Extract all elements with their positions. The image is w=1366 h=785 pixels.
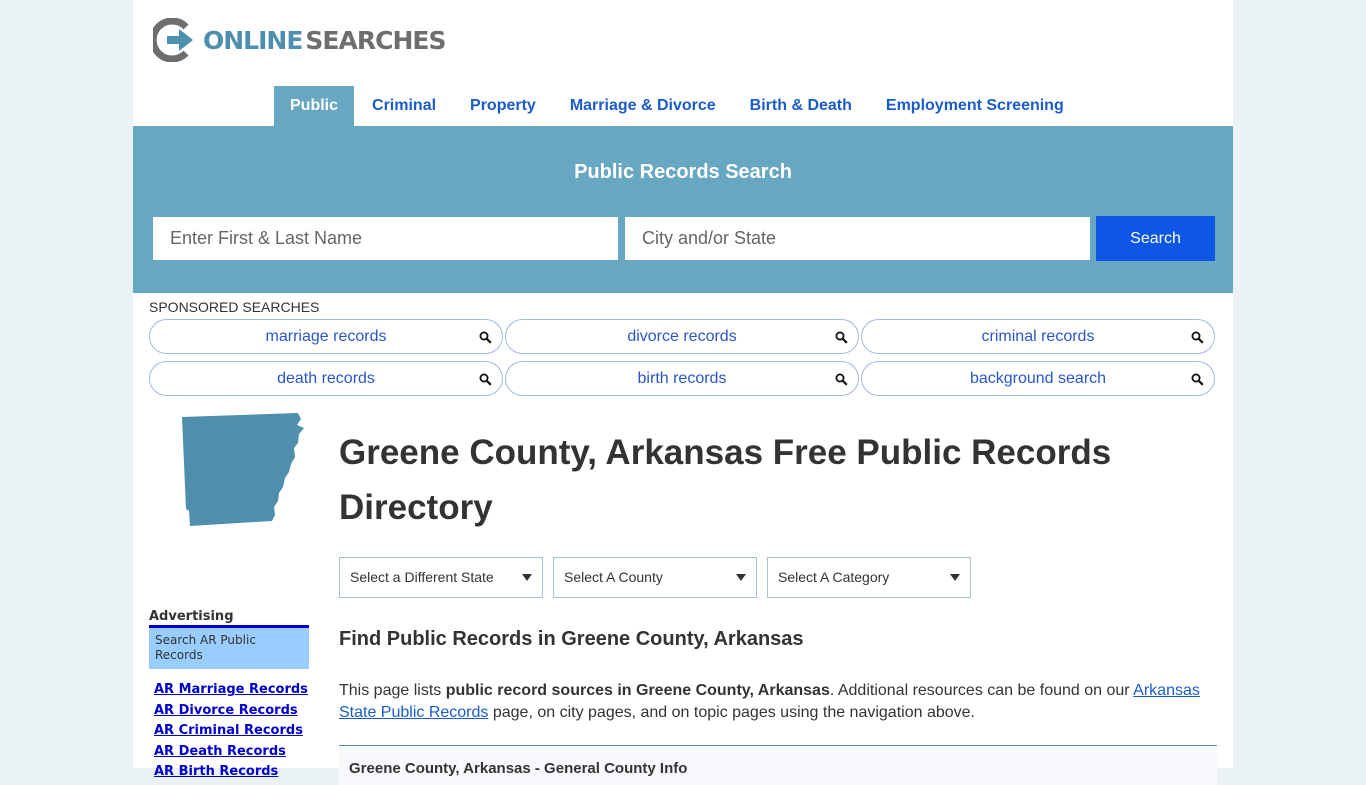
search-button[interactable]: Search [1096, 216, 1215, 261]
search-icon [1191, 373, 1204, 386]
pill-label: death records [277, 370, 375, 387]
nav-criminal[interactable]: Criminal [354, 86, 452, 126]
section-heading: Find Public Records in Greene County, Ar… [339, 628, 804, 650]
state-select[interactable]: Select a Different State [339, 557, 543, 598]
sponsored-searches: marriage records divorce records crimina… [149, 319, 1215, 396]
intro-text: . Additional resources can be found on o… [829, 682, 1134, 699]
logo-text-online: ONLINE [203, 25, 303, 55]
nav-marriage-divorce[interactable]: Marriage & Divorce [552, 86, 732, 126]
page-title: Greene County, Arkansas Free Public Reco… [339, 433, 1112, 527]
sidebar-link-divorce[interactable]: AR Divorce Records [154, 703, 298, 718]
arkansas-map-icon [182, 413, 304, 526]
chevron-down-icon [950, 574, 960, 581]
main-nav: Public Criminal Property Marriage & Divo… [274, 86, 1080, 126]
pill-label: divorce records [627, 328, 737, 345]
sponsored-death-records[interactable]: death records [149, 361, 503, 396]
site-logo[interactable]: ONLINE SEARCHES [153, 18, 446, 62]
sidebar-link-marriage[interactable]: AR Marriage Records [154, 682, 308, 697]
sidebar-links: AR Marriage Records AR Divorce Records A… [154, 680, 308, 783]
category-select-value: Select A Category [778, 569, 890, 585]
sidebar-link-death[interactable]: AR Death Records [154, 744, 286, 759]
search-ar-records-ad[interactable]: Search AR Public Records [149, 625, 309, 669]
pill-label: marriage records [265, 328, 387, 345]
sponsored-background-search[interactable]: background search [861, 361, 1215, 396]
logo-text-searches: SEARCHES [305, 25, 446, 55]
name-input[interactable] [153, 217, 618, 260]
sponsored-marriage-records[interactable]: marriage records [149, 319, 503, 354]
nav-property[interactable]: Property [452, 86, 552, 126]
sponsored-searches-label: SPONSORED SEARCHES [149, 299, 320, 315]
sponsored-divorce-records[interactable]: divorce records [505, 319, 859, 354]
search-title: Public Records Search [574, 161, 792, 183]
sponsored-birth-records[interactable]: birth records [505, 361, 859, 396]
intro-bold-text: public record sources in Greene County, … [445, 682, 830, 699]
search-panel: Public Records Search Search [133, 126, 1233, 293]
nav-public[interactable]: Public [274, 86, 355, 126]
general-county-info-box: Greene County, Arkansas - General County… [339, 745, 1217, 785]
sidebar-link-criminal[interactable]: AR Criminal Records [154, 723, 303, 738]
search-icon [835, 331, 848, 344]
search-icon [835, 373, 848, 386]
chevron-down-icon [522, 574, 532, 581]
pill-label: background search [969, 370, 1107, 387]
search-icon [479, 331, 492, 344]
sponsored-criminal-records[interactable]: criminal records [861, 319, 1215, 354]
chevron-down-icon [736, 574, 746, 581]
sidebar-link-birth[interactable]: AR Birth Records [154, 764, 278, 779]
pill-label: birth records [637, 370, 727, 387]
nav-employment-screening[interactable]: Employment Screening [868, 86, 1080, 126]
county-select-value: Select A County [564, 569, 663, 585]
filter-selects: Select a Different State Select A County… [339, 557, 971, 598]
intro-text: This page lists [339, 682, 446, 699]
intro-text: page, on city pages, and on topic pages … [488, 704, 975, 721]
logo-arrow-icon [153, 18, 193, 62]
nav-birth-death[interactable]: Birth & Death [732, 86, 868, 126]
category-select[interactable]: Select A Category [767, 557, 971, 598]
search-icon [479, 373, 492, 386]
pill-label: criminal records [981, 328, 1095, 345]
intro-paragraph: This page lists public record sources in… [339, 680, 1219, 724]
search-icon [1191, 331, 1204, 344]
city-state-input[interactable] [625, 217, 1090, 260]
county-select[interactable]: Select A County [553, 557, 757, 598]
advertising-label: Advertising [149, 609, 234, 624]
info-box-title: Greene County, Arkansas - General County… [349, 760, 688, 777]
state-select-value: Select a Different State [350, 569, 494, 585]
page: ONLINE SEARCHES Public Criminal Property … [133, 0, 1233, 785]
